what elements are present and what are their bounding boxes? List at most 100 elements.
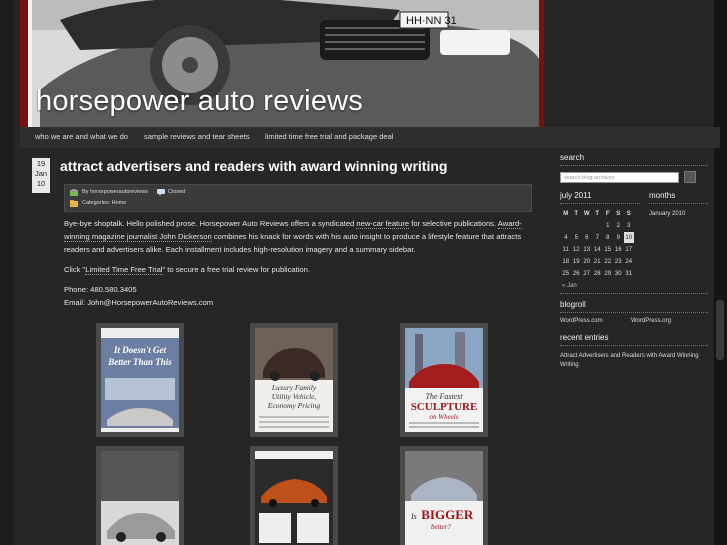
calendar-day: 5 bbox=[574, 234, 578, 241]
divider bbox=[560, 203, 640, 204]
post-title[interactable]: attract advertisers and readers with awa… bbox=[60, 158, 447, 174]
thumb-2-line-2: Utility Vehicle, bbox=[271, 392, 317, 401]
tear-sheet-image bbox=[255, 451, 333, 545]
calendar-day: 18 bbox=[562, 258, 570, 265]
sample-thumbnail[interactable] bbox=[250, 446, 338, 545]
search-input[interactable]: search blog archives bbox=[560, 172, 679, 183]
header-right-band bbox=[539, 0, 544, 127]
tear-sheet-image bbox=[101, 451, 179, 545]
scrollbar-thumb[interactable] bbox=[716, 300, 724, 360]
calendar-day bbox=[593, 220, 603, 231]
thumb-2-headline: Luxury Family Utility Vehicle, Economy P… bbox=[257, 383, 331, 410]
calendar-day: 23 bbox=[614, 258, 622, 265]
p1-text-a: Bye-bye shoptalk. Hello polished prose. … bbox=[64, 219, 357, 228]
sample-thumbnail[interactable]: Luxury Family Utility Vehicle, Economy P… bbox=[250, 323, 338, 437]
new-car-feature-link[interactable]: new-car feature bbox=[356, 219, 410, 229]
calendar-day: 30 bbox=[614, 270, 622, 277]
thumb-1-line-2: Better Than This bbox=[108, 357, 172, 367]
blogroll-link-wordpress-com[interactable]: WordPress.com bbox=[560, 318, 603, 324]
calendar-day: 24 bbox=[625, 258, 633, 265]
search-button[interactable] bbox=[684, 171, 696, 183]
recent-entry-link[interactable]: Attract Advertisers and Readers with Awa… bbox=[560, 352, 700, 370]
p1-text-b: for selective publications. bbox=[409, 219, 498, 228]
calendar-weekday: W bbox=[583, 210, 590, 217]
calendar-day: 19 bbox=[572, 258, 580, 265]
nav-item-samples[interactable]: sample reviews and tear sheets bbox=[144, 132, 249, 141]
comment-icon bbox=[157, 189, 165, 196]
calendar-day: 20 bbox=[583, 258, 591, 265]
post-categories[interactable]: Categories: Home bbox=[82, 200, 126, 206]
post-author[interactable]: By horsepowerautoreviews bbox=[82, 189, 148, 195]
calendar: M T W T F S S 1 2 3 4 5 6 7 8 9 10 11 12… bbox=[560, 207, 635, 280]
calendar-day: 22 bbox=[604, 258, 612, 265]
calendar-day: 6 bbox=[585, 234, 589, 241]
header-left-band bbox=[20, 0, 28, 127]
months-heading: months bbox=[649, 191, 676, 200]
calendar-day: 16 bbox=[614, 246, 622, 253]
blogroll-heading: blogroll bbox=[560, 300, 586, 309]
calendar-day: 4 bbox=[564, 234, 568, 241]
sample-thumbnail[interactable]: The Fastest SCULPTURE on Wheels bbox=[400, 323, 488, 437]
calendar-day: 2 bbox=[616, 222, 620, 229]
divider bbox=[560, 345, 708, 346]
sample-thumbnail[interactable]: Is BIGGER better? bbox=[400, 446, 488, 545]
calendar-weekday: F bbox=[605, 210, 610, 217]
calendar-prev-link[interactable]: « Jan bbox=[562, 283, 577, 289]
post-comments[interactable]: Closed bbox=[168, 189, 185, 195]
thumb-6-line-1: Is bbox=[411, 512, 417, 521]
calendar-day: 28 bbox=[593, 270, 601, 277]
divider bbox=[649, 203, 708, 204]
calendar-day: 14 bbox=[593, 246, 601, 253]
divider bbox=[560, 293, 708, 294]
calendar-weekday: T bbox=[595, 210, 600, 217]
calendar-day bbox=[582, 220, 592, 231]
folder-icon bbox=[70, 200, 78, 207]
calendar-day: 31 bbox=[625, 270, 633, 277]
calendar-day: 11 bbox=[562, 246, 569, 253]
free-trial-link[interactable]: Limited Time Free Trial bbox=[85, 265, 163, 275]
calendar-day: 15 bbox=[604, 246, 612, 253]
svg-text:HH·NN 31: HH·NN 31 bbox=[406, 15, 457, 27]
post-date-day: 19 bbox=[36, 159, 46, 168]
nav-item-free-trial[interactable]: limited time free trial and package deal bbox=[265, 132, 393, 141]
thumb-6-line-2: BIGGER bbox=[421, 507, 474, 522]
calendar-day-today: 10 bbox=[624, 232, 634, 243]
thumb-1-line-1: It Doesn't Get bbox=[113, 345, 166, 355]
author-icon bbox=[70, 189, 78, 196]
thumb-3-line-2: SCULPTURE bbox=[410, 401, 478, 413]
scrollbar[interactable] bbox=[714, 0, 727, 545]
calendar-day: 7 bbox=[595, 234, 599, 241]
sample-thumbnail[interactable]: It Doesn't Get Better Than This bbox=[96, 323, 184, 437]
sample-thumbnail[interactable] bbox=[96, 446, 184, 545]
calendar-day: 8 bbox=[606, 234, 610, 241]
thumb-6-line-3: better? bbox=[431, 523, 451, 531]
divider bbox=[560, 165, 708, 166]
calendar-day: 26 bbox=[572, 270, 580, 277]
calendar-day: 29 bbox=[604, 270, 612, 277]
thumb-6-headline: Is BIGGER better? bbox=[411, 507, 481, 533]
calendar-weekday: S bbox=[626, 210, 631, 217]
months-link[interactable]: January 2010 bbox=[649, 211, 685, 217]
site-title[interactable]: horsepower auto reviews bbox=[36, 85, 363, 118]
calendar-day: 21 bbox=[593, 258, 601, 265]
p2-text-a: Click " bbox=[64, 265, 86, 274]
post-date: 19 Jan 10 bbox=[32, 158, 50, 193]
search-heading: search bbox=[560, 153, 585, 162]
calendar-day: 17 bbox=[625, 246, 633, 253]
blogroll-link-wordpress-org[interactable]: WordPress.org bbox=[631, 318, 671, 324]
post-date-month: Jan bbox=[34, 169, 48, 178]
post-paragraph-1: Bye-bye shoptalk. Hello polished prose. … bbox=[64, 217, 530, 256]
thumb-2-line-1: Luxury Family bbox=[271, 383, 317, 392]
thumb-3-headline: The Fastest SCULPTURE on Wheels bbox=[407, 392, 481, 422]
divider bbox=[560, 312, 708, 313]
calendar-weekday: S bbox=[616, 210, 621, 217]
p2-text-b: " to secure a free trial review for publ… bbox=[162, 265, 310, 274]
calendar-day: 9 bbox=[616, 234, 620, 241]
thumb-3-line-3: on Wheels bbox=[429, 413, 459, 421]
post-meta: By horsepowerautoreviews Closed Categori… bbox=[64, 184, 532, 212]
thumb-1-headline: It Doesn't Get Better Than This bbox=[105, 344, 175, 368]
nav-item-about[interactable]: who we are and what we do bbox=[35, 132, 128, 141]
calendar-day: 13 bbox=[583, 246, 591, 253]
calendar-heading: july 2011 bbox=[560, 191, 592, 200]
calendar-day: 25 bbox=[562, 270, 570, 277]
